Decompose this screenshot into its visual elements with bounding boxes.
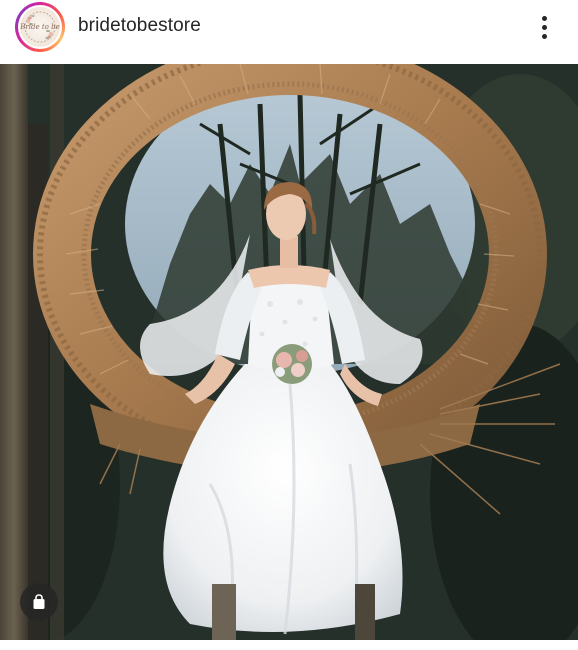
avatar-logo-text: Bride to be bbox=[20, 23, 60, 31]
post-bottom-edge bbox=[0, 640, 578, 650]
post-photo[interactable] bbox=[0, 64, 578, 640]
bride-in-straw-nest-photo bbox=[0, 64, 578, 640]
avatar[interactable]: Bride to be bbox=[20, 7, 60, 47]
post-header: Bride to be bridetobestore bbox=[0, 0, 578, 64]
avatar-story-ring[interactable]: Bride to be bbox=[15, 2, 65, 52]
instagram-post: Bride to be bridetobestore bbox=[0, 0, 578, 650]
more-vertical-icon-dot-top bbox=[541, 15, 547, 21]
avatar-border: Bride to be bbox=[18, 5, 62, 49]
shopping-bag-icon bbox=[33, 594, 45, 609]
more-vertical-icon-dot-bottom bbox=[541, 33, 547, 39]
more-options-button[interactable] bbox=[528, 10, 560, 44]
more-vertical-icon-dot-middle bbox=[541, 24, 547, 30]
shopping-bag-button[interactable] bbox=[20, 583, 58, 621]
username[interactable]: bridetobestore bbox=[78, 15, 201, 37]
